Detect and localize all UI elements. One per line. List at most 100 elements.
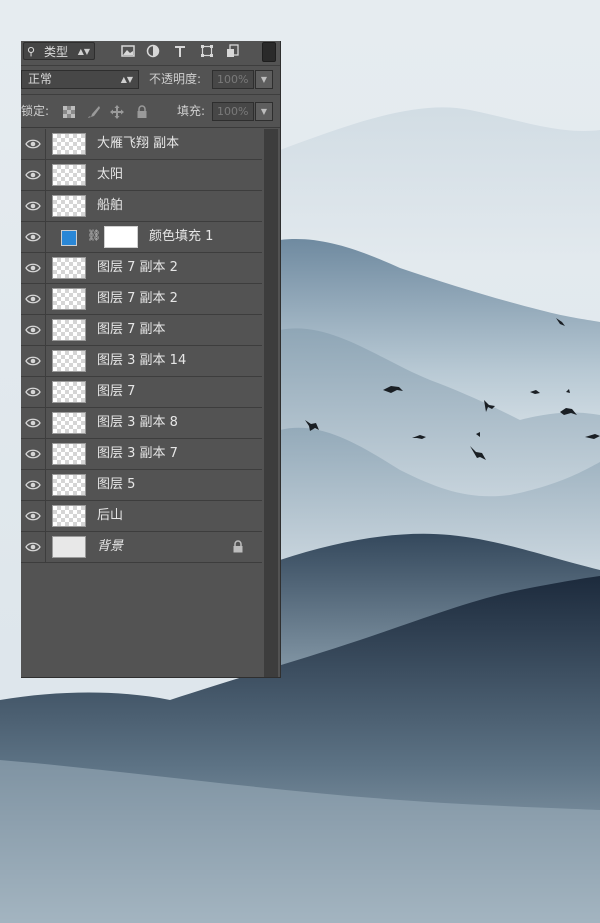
filter-toggle-switch[interactable] <box>262 42 276 62</box>
layer-row[interactable]: 图层 7 副本 2 <box>21 253 262 284</box>
layer-thumbnail <box>52 536 86 558</box>
filter-kind-select[interactable]: ⚲ 类型 ▲▼ <box>23 42 95 60</box>
layer-thumbnail <box>52 443 86 465</box>
layer-name: 太阳 <box>97 167 124 182</box>
visibility-toggle[interactable] <box>21 160 46 190</box>
eye-icon <box>25 511 41 521</box>
fill-dropdown-button[interactable]: ▼ <box>255 102 273 121</box>
visibility-toggle[interactable] <box>21 129 46 159</box>
layer-name: 图层 3 副本 14 <box>97 353 187 368</box>
lock-fill-row: 锁定: 填充: 100% ▼ <box>21 96 280 128</box>
layer-row[interactable]: 大雁飞翔 副本 <box>21 129 262 160</box>
layer-row[interactable]: 图层 5 <box>21 470 262 501</box>
lock-label: 锁定: <box>21 104 50 118</box>
layer-name: 图层 7 <box>97 384 136 399</box>
opacity-dropdown-button[interactable]: ▼ <box>255 70 273 89</box>
chevron-updown-icon: ▲▼ <box>120 75 133 84</box>
visibility-toggle[interactable] <box>21 501 46 531</box>
layers-scrollbar[interactable] <box>264 129 278 677</box>
layer-row[interactable]: 图层 7 <box>21 377 262 408</box>
layers-panel: ⚲ 类型 ▲▼ 正常 ▲▼ 不透明度: 100% ▼ 锁定: 填充: 100% … <box>21 41 281 678</box>
layer-row[interactable]: 船舶 <box>21 191 262 222</box>
visibility-toggle[interactable] <box>21 284 46 314</box>
layer-name: 后山 <box>97 508 124 523</box>
layer-name: 图层 7 副本 2 <box>97 291 178 306</box>
fill-field[interactable]: 100% <box>212 102 254 121</box>
visibility-toggle[interactable] <box>21 346 46 376</box>
shape-filter-icon[interactable] <box>200 44 214 58</box>
search-icon: ⚲ <box>27 45 36 58</box>
lock-position-icon[interactable] <box>110 105 124 119</box>
eye-icon <box>25 418 41 428</box>
layer-name: 图层 7 副本 <box>97 322 166 337</box>
layer-mask-thumbnail[interactable] <box>104 226 138 248</box>
layer-name: 图层 7 副本 2 <box>97 260 178 275</box>
layer-thumbnail <box>52 505 86 527</box>
layer-thumbnail <box>52 412 86 434</box>
layer-thumbnail <box>52 133 86 155</box>
eye-icon <box>25 356 41 366</box>
layers-filter-toolbar: ⚲ 类型 ▲▼ <box>21 41 280 66</box>
eye-icon <box>25 387 41 397</box>
layer-name: 颜色填充 1 <box>149 229 214 244</box>
opacity-field[interactable]: 100% <box>212 70 254 89</box>
eye-icon <box>25 449 41 459</box>
layer-row[interactable]: 图层 3 副本 8 <box>21 408 262 439</box>
opacity-label: 不透明度: <box>149 72 202 86</box>
lock-transparent-pixels-icon[interactable] <box>62 105 76 119</box>
layer-row[interactable]: 背景 <box>21 532 262 563</box>
eye-icon <box>25 170 41 180</box>
lock-all-icon[interactable] <box>135 105 149 119</box>
visibility-toggle[interactable] <box>21 315 46 345</box>
visibility-toggle[interactable] <box>21 377 46 407</box>
layer-row[interactable]: 图层 3 副本 7 <box>21 439 262 470</box>
lock-icon <box>233 540 243 553</box>
eye-icon <box>25 201 41 211</box>
visibility-toggle[interactable] <box>21 408 46 438</box>
layer-thumbnail <box>52 319 86 341</box>
eye-icon <box>25 232 41 242</box>
layer-row[interactable]: 太阳 <box>21 160 262 191</box>
eye-icon <box>25 139 41 149</box>
layer-name: 图层 3 副本 7 <box>97 446 178 461</box>
chevron-updown-icon: ▲▼ <box>77 47 90 56</box>
layer-name: 船舶 <box>97 198 124 213</box>
blend-mode-select[interactable]: 正常 ▲▼ <box>21 70 139 89</box>
visibility-toggle[interactable] <box>21 222 46 252</box>
eye-icon <box>25 263 41 273</box>
visibility-toggle[interactable] <box>21 532 46 562</box>
type-filter-icon[interactable] <box>173 44 187 58</box>
layer-row[interactable]: ⛓ 颜色填充 1 <box>21 222 262 253</box>
filter-kind-label: 类型 <box>44 45 69 59</box>
layer-name: 大雁飞翔 副本 <box>97 136 180 151</box>
blend-mode-value: 正常 <box>28 72 53 86</box>
smart-object-filter-icon[interactable] <box>226 44 240 58</box>
layer-thumbnail <box>52 164 86 186</box>
layer-name: 图层 3 副本 8 <box>97 415 178 430</box>
layer-thumbnail <box>52 381 86 403</box>
layer-row[interactable]: 图层 7 副本 <box>21 315 262 346</box>
image-filter-icon[interactable] <box>121 44 135 58</box>
blend-opacity-row: 正常 ▲▼ 不透明度: 100% ▼ <box>21 66 280 95</box>
eye-icon <box>25 294 41 304</box>
fill-label: 填充: <box>177 104 206 118</box>
layer-thumbnail <box>52 257 86 279</box>
visibility-toggle[interactable] <box>21 439 46 469</box>
visibility-toggle[interactable] <box>21 470 46 500</box>
visibility-toggle[interactable] <box>21 191 46 221</box>
layer-row[interactable]: 图层 3 副本 14 <box>21 346 262 377</box>
layer-name: 图层 5 <box>97 477 136 492</box>
layer-row[interactable]: 图层 7 副本 2 <box>21 284 262 315</box>
link-chain-icon[interactable]: ⛓ <box>87 229 101 242</box>
layer-thumbnail <box>52 350 86 372</box>
lock-image-pixels-icon[interactable] <box>87 105 101 119</box>
visibility-toggle[interactable] <box>21 253 46 283</box>
layer-thumbnail <box>52 474 86 496</box>
adjustment-filter-icon[interactable] <box>146 44 160 58</box>
layer-name: 背景 <box>97 539 124 554</box>
layer-row[interactable]: 后山 <box>21 501 262 532</box>
layer-thumbnail <box>52 288 86 310</box>
eye-icon <box>25 325 41 335</box>
fill-color-swatch[interactable] <box>61 230 77 246</box>
layer-thumbnail <box>52 195 86 217</box>
